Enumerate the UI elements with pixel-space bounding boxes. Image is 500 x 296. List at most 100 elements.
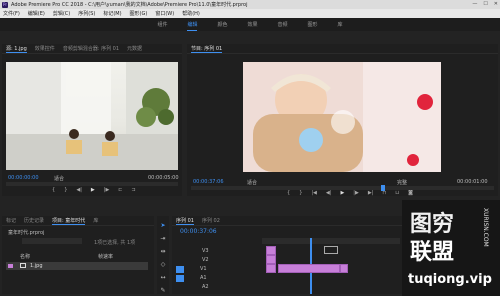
track-target-v1[interactable]	[176, 265, 184, 273]
timeline-clips	[264, 246, 400, 294]
program-monitor-panel: 节目: 序列 01 00:00:37:06 适合 完整 00:00:01:00 …	[187, 44, 498, 196]
menu-file[interactable]: 文件(F)	[3, 10, 20, 17]
source-timecode-right: 00:00:05:00	[148, 175, 179, 181]
go-to-out-icon[interactable]: ▶|	[368, 190, 374, 196]
razor-tool-icon[interactable]: ◇	[161, 261, 166, 268]
tools-panel: ➤ ⇥ ⇹ ◇ ↔ ✎	[157, 216, 169, 294]
workspace-audio[interactable]: 音频	[278, 19, 288, 30]
workspace-libraries[interactable]: 库	[338, 19, 343, 30]
project-panel: 标记 历史记录 项目: 童年时代 库 童年时代.prproj 1项已选择, 共 …	[2, 216, 154, 294]
workspace-color[interactable]: 颜色	[217, 19, 227, 30]
video-clip[interactable]	[278, 264, 340, 273]
program-image	[243, 62, 441, 172]
step-back-icon[interactable]: ◀|	[76, 187, 82, 193]
program-timecode-right: 00:00:01:00	[457, 179, 488, 185]
mark-out-icon-2[interactable]: }	[299, 190, 302, 196]
menu-help[interactable]: 帮助(H)	[182, 10, 200, 17]
video-clip[interactable]	[266, 264, 276, 273]
track-label: V1	[200, 266, 207, 272]
step-forward-icon-2[interactable]: |▶	[353, 190, 359, 196]
close-button[interactable]: ✕	[494, 1, 498, 7]
project-tabs: 标记 历史记录 项目: 童年时代 库	[2, 216, 154, 226]
program-timecode-left[interactable]: 00:00:37:06	[193, 179, 224, 185]
mark-in-icon[interactable]: {	[52, 187, 55, 193]
lift-icon[interactable]: ⊓	[382, 190, 386, 196]
pen-tool-icon[interactable]: ✎	[160, 287, 165, 294]
track-label: A1	[200, 275, 207, 281]
menu-graphics[interactable]: 图形(G)	[130, 10, 148, 17]
video-clip[interactable]	[340, 264, 348, 273]
source-transport-controls: { } ◀| ▶ |▶ ⊏ ⊐	[52, 187, 136, 193]
title-bar: Pr Adobe Premiere Pro CC 2018 - C:\用户\yu…	[0, 0, 500, 9]
workspace-bar: 组件 编辑 颜色 效果 音频 图形 库	[0, 18, 500, 31]
source-fit-dropdown[interactable]: 适合	[54, 175, 64, 182]
step-forward-icon[interactable]: |▶	[104, 187, 110, 193]
track-headers: V3 V2 V1 A1 A2	[176, 246, 260, 294]
workspace-editing[interactable]: 编辑	[187, 19, 198, 31]
insert-icon[interactable]: ⊏	[118, 187, 122, 193]
source-video-frame	[6, 62, 178, 170]
go-to-in-icon[interactable]: |◀	[311, 190, 317, 196]
program-quality-dropdown[interactable]: 完整	[397, 179, 407, 186]
window-controls: — ☐ ✕	[472, 1, 498, 7]
project-item-row[interactable]: 1.jpg	[6, 262, 148, 270]
watermark-overlay: 图穷 联盟 tuqiong.vip XURISN.COM	[402, 200, 500, 296]
tab-effect-controls[interactable]: 效果控件	[35, 45, 55, 52]
column-rate-header[interactable]: 帧速率	[98, 253, 113, 260]
tab-metadata[interactable]: 元数据	[127, 45, 142, 52]
export-frame-icon[interactable]: ◙	[408, 190, 413, 196]
track-select-tool-icon[interactable]: ⇥	[160, 235, 165, 242]
source-monitor-panel: 源: 1.jpg 效果控件 音频剪辑混合器: 序列 01 元数据 00:00:0…	[2, 44, 182, 196]
selection-tool-icon[interactable]: ➤	[160, 222, 165, 229]
program-fit-dropdown[interactable]: 适合	[247, 179, 257, 186]
workspace-effects[interactable]: 效果	[247, 19, 257, 30]
slip-tool-icon[interactable]: ↔	[160, 274, 165, 281]
minimize-button[interactable]: —	[472, 1, 477, 7]
tab-program[interactable]: 节目: 序列 01	[191, 45, 223, 53]
menu-window[interactable]: 窗口(W)	[155, 10, 174, 17]
workspace-assembly[interactable]: 组件	[157, 19, 167, 30]
workspace-graphics[interactable]: 图形	[308, 19, 318, 30]
tab-audio-mixer[interactable]: 音频剪辑混合器: 序列 01	[63, 45, 119, 52]
tab-project[interactable]: 项目: 童年时代	[52, 217, 86, 225]
source-timecode-left[interactable]: 00:00:00:00	[8, 175, 39, 181]
track-target-a1[interactable]	[176, 274, 184, 282]
program-tabs: 节目: 序列 01	[187, 44, 498, 54]
mark-in-icon-2[interactable]: {	[287, 190, 290, 196]
maximize-button[interactable]: ☐	[483, 1, 487, 7]
menu-clip[interactable]: 剪辑(C)	[53, 10, 70, 17]
source-time-ruler[interactable]	[6, 182, 178, 186]
tab-libraries[interactable]: 库	[93, 217, 98, 224]
extract-icon[interactable]: ⊔	[395, 190, 399, 196]
project-file-name: 童年时代.prproj	[8, 230, 45, 236]
item-color-label	[8, 264, 13, 268]
watermark-line2: 联盟	[410, 240, 455, 265]
column-name-header[interactable]: 名称	[20, 253, 30, 260]
transition[interactable]	[324, 246, 338, 254]
timeline-ruler[interactable]	[262, 238, 400, 294]
program-transport-controls: { } |◀ ◀| ▶ |▶ ▶| ⊓ ⊔ ◙	[287, 190, 413, 196]
watermark-side: XURISN.COM	[482, 208, 489, 247]
play-icon-2[interactable]: ▶	[340, 190, 344, 196]
video-clip[interactable]	[266, 246, 276, 255]
project-search-field[interactable]	[22, 238, 82, 244]
play-icon[interactable]: ▶	[91, 187, 95, 193]
timeline-timecode[interactable]: 00:00:37:06	[180, 228, 217, 235]
item-image-icon	[20, 263, 26, 268]
tab-history[interactable]: 历史记录	[24, 217, 44, 224]
overwrite-icon[interactable]: ⊐	[132, 187, 136, 193]
tab-source[interactable]: 源: 1.jpg	[6, 45, 27, 53]
tab-sequence-01[interactable]: 序列 01	[176, 217, 194, 225]
menu-bar: 文件(F) 编辑(E) 剪辑(C) 序列(S) 标记(M) 图形(G) 窗口(W…	[0, 9, 500, 18]
tab-markers[interactable]: 标记	[6, 217, 16, 224]
track-a2[interactable]: A2	[176, 282, 209, 292]
mark-out-icon[interactable]: }	[64, 187, 67, 193]
ripple-edit-tool-icon[interactable]: ⇹	[160, 248, 165, 255]
menu-sequence[interactable]: 序列(S)	[78, 10, 95, 17]
menu-marker[interactable]: 标记(M)	[103, 10, 121, 17]
tab-sequence-02[interactable]: 序列 02	[202, 217, 220, 224]
menu-edit[interactable]: 编辑(E)	[28, 10, 45, 17]
video-clip[interactable]	[266, 255, 276, 264]
step-back-icon-2[interactable]: ◀|	[326, 190, 332, 196]
window-title: Adobe Premiere Pro CC 2018 - C:\用户\yuman…	[11, 2, 248, 8]
